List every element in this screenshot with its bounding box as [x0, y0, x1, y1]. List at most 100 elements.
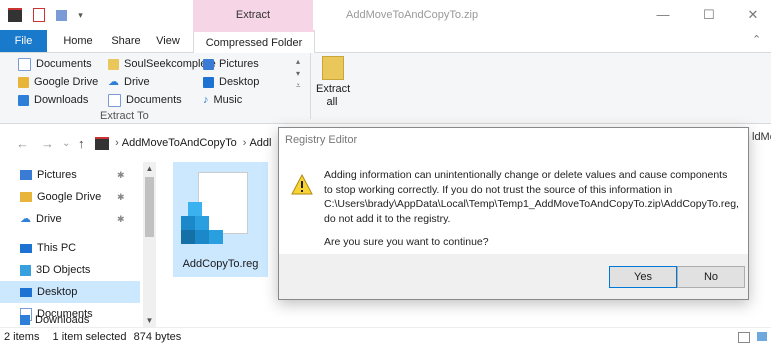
pin-icon[interactable]: ✱: [117, 208, 125, 230]
ribbon-item-label: Documents: [126, 94, 182, 106]
dialog-message: Adding information can unintentionally c…: [324, 169, 739, 225]
nav-item-label: Drive: [36, 213, 62, 225]
nav-item-label: Pictures: [37, 169, 77, 181]
ribbon-item-drive[interactable]: ☁ Drive: [108, 74, 150, 90]
recent-locations-button[interactable]: ⌄: [62, 127, 70, 161]
minimize-button[interactable]: —: [641, 0, 685, 30]
scroll-down-arrow[interactable]: ▼: [143, 314, 156, 327]
large-icons-view-icon[interactable]: [757, 332, 767, 341]
cloud-icon: ☁: [108, 76, 119, 89]
nav-item-label: This PC: [37, 242, 77, 254]
tab-home[interactable]: Home: [58, 30, 98, 52]
extract-all-button[interactable]: Extract all: [316, 83, 350, 109]
breadcrumb-item[interactable]: Addl: [249, 137, 271, 149]
file-name: AddCopyTo.reg: [182, 258, 259, 270]
item-count: 2 items: [4, 331, 40, 343]
pin-icon[interactable]: ✱: [117, 164, 125, 186]
ribbon-gallery-scroll[interactable]: ▴ ▾ ⩡: [296, 56, 301, 92]
pin-icon[interactable]: ✱: [117, 186, 125, 208]
extract-all-icon: [322, 56, 344, 80]
dialog-question: Are you sure you want to continue?: [324, 236, 489, 248]
nav-item-pictures[interactable]: Pictures ✱: [0, 164, 140, 186]
no-button[interactable]: No: [677, 266, 745, 288]
pictures-icon: [20, 170, 32, 181]
tab-share[interactable]: Share: [107, 30, 145, 52]
details-view-icon[interactable]: [738, 332, 750, 343]
extract-context-label: Extract: [235, 9, 271, 21]
nav-item-label: Desktop: [37, 286, 78, 298]
quick-access-toolbar: ▾: [8, 8, 83, 22]
search-box-peek[interactable]: ldMo..: [752, 131, 771, 143]
ribbon-item-google-drive[interactable]: Google Drive: [18, 74, 98, 90]
nav-item-3d-objects[interactable]: 3D Objects: [0, 259, 140, 281]
up-button[interactable]: ↑: [78, 127, 85, 161]
new-folder-icon[interactable]: [56, 9, 68, 21]
ribbon-item-label: SoulSeekcomplete: [124, 58, 216, 70]
breadcrumb[interactable]: › AddMoveToAndCopyTo › Addl: [95, 131, 295, 155]
registry-icon: [181, 202, 223, 244]
nav-item-this-pc[interactable]: This PC: [0, 237, 140, 259]
ribbon-divider: [310, 53, 311, 119]
dialog-title: Registry Editor: [285, 134, 358, 146]
tab-file[interactable]: File: [0, 30, 47, 52]
ribbon-item-desktop[interactable]: Desktop: [203, 74, 259, 90]
navigation-pane: Pictures ✱ Google Drive ✱ ☁ Drive ✱ This PC …: [0, 162, 155, 327]
pictures-icon: [203, 58, 214, 70]
folder-app-icon[interactable]: [8, 8, 22, 22]
ribbon-item-documents-2[interactable]: Documents: [108, 92, 182, 108]
ribbon-item-soulseekcomplete[interactable]: SoulSeekcomplete: [108, 56, 216, 72]
nav-item-downloads-visible[interactable]: Downloads: [20, 314, 89, 326]
forward-button[interactable]: →: [41, 127, 54, 161]
back-button[interactable]: ←: [16, 127, 29, 161]
ribbon-item-label: Documents: [36, 58, 92, 70]
ribbon-item-label: Downloads: [34, 94, 89, 106]
ribbon-item-pictures[interactable]: Pictures: [203, 56, 259, 72]
downloads-icon: [18, 94, 29, 106]
breadcrumb-item[interactable]: AddMoveToAndCopyTo: [122, 137, 237, 149]
status-bar: 2 items 1 item selected 874 bytes: [0, 327, 771, 346]
documents-icon: [18, 57, 31, 71]
nav-item-label: Downloads: [35, 314, 90, 326]
nav-item-label: Google Drive: [37, 191, 102, 203]
ribbon-item-downloads[interactable]: Downloads: [18, 92, 88, 108]
google-drive-icon: [20, 192, 32, 203]
ribbon-item-label: Music: [213, 94, 243, 106]
selection-size: 874 bytes: [133, 331, 182, 343]
close-button[interactable]: ✕: [731, 0, 771, 30]
properties-icon[interactable]: [33, 8, 46, 22]
ribbon-item-label: Desktop: [219, 76, 260, 88]
cube-icon: [20, 264, 31, 276]
ribbon-item-music[interactable]: ♪ Music: [203, 92, 242, 108]
google-drive-icon: [18, 76, 29, 88]
tab-compressed-folder-tools[interactable]: Compressed Folder Tools: [193, 30, 315, 71]
scroll-thumb[interactable]: [145, 177, 154, 237]
folder-icon: [108, 58, 119, 70]
desktop-icon: [203, 76, 214, 88]
desktop-icon: [20, 287, 32, 297]
ribbon-item-label: Google Drive: [34, 76, 99, 88]
extract-context-band: Extract: [193, 0, 313, 30]
registry-editor-dialog: Registry Editor Adding information can u…: [278, 127, 749, 300]
ribbon-item-documents[interactable]: Documents: [18, 56, 92, 72]
scroll-up-arrow[interactable]: ▲: [143, 162, 156, 175]
nav-item-google-drive[interactable]: Google Drive ✱: [0, 186, 140, 208]
downloads-icon: [20, 315, 30, 326]
ribbon-expand-icon[interactable]: ⌃: [752, 33, 761, 46]
customize-toolbar-icon[interactable]: ▾: [78, 10, 83, 21]
selection-count: 1 item selected: [52, 331, 127, 343]
warning-icon: [291, 173, 313, 196]
tab-view[interactable]: View: [151, 30, 185, 52]
maximize-button[interactable]: ☐: [687, 0, 731, 30]
ribbon-item-label: Pictures: [219, 58, 259, 70]
nav-item-desktop[interactable]: Desktop: [0, 281, 140, 303]
documents-icon: [108, 93, 121, 107]
computer-icon: [20, 243, 32, 253]
nav-item-drive[interactable]: ☁ Drive ✱: [0, 208, 140, 230]
zip-folder-icon: [95, 136, 109, 150]
music-icon: ♪: [203, 94, 209, 107]
cloud-icon: ☁: [20, 213, 31, 226]
yes-button[interactable]: Yes: [609, 266, 677, 288]
window-title: AddMoveToAndCopyTo.zip: [346, 9, 479, 21]
nav-scrollbar[interactable]: ▲ ▼: [143, 162, 156, 327]
ribbon-item-label: Drive: [124, 76, 150, 88]
